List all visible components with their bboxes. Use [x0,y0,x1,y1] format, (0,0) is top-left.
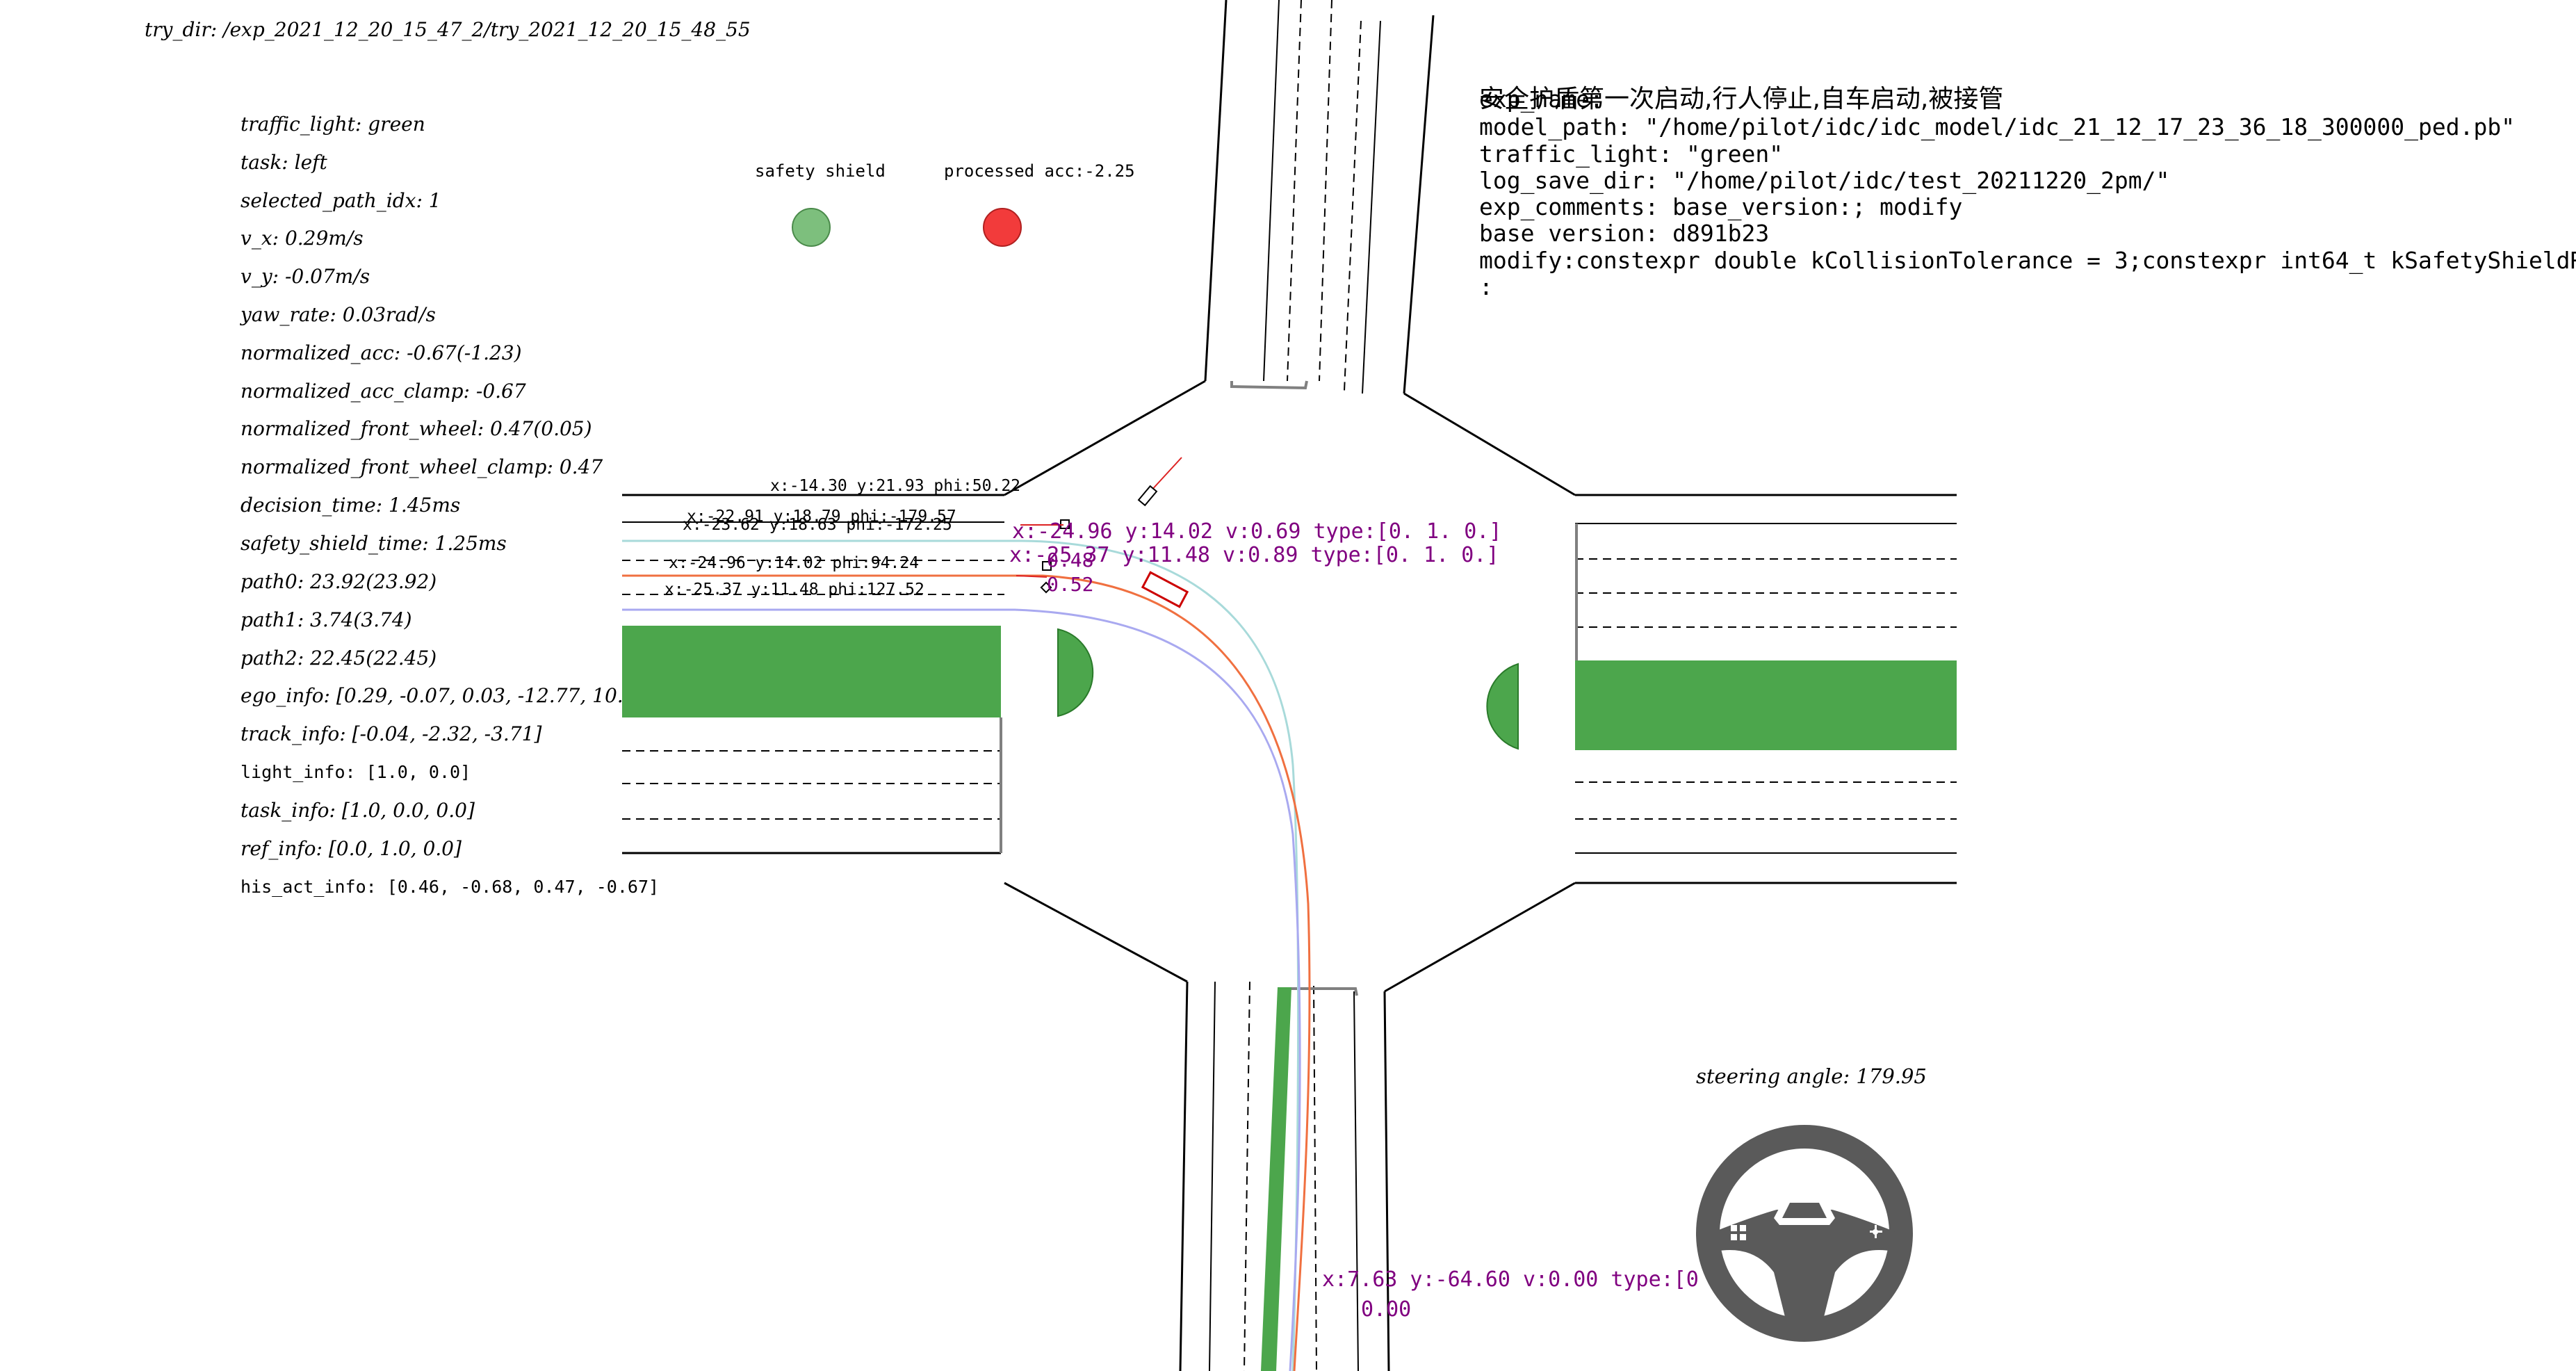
pedestrian-prob: 0.52 [1047,573,1093,596]
info-normalized-front-wheel: normalized_front_wheel: 0.47(0.05) [241,417,592,440]
vehicle-label: x:-25.37 y:11.48 phi:127.52 [665,581,924,599]
south-road-edge-left [1179,981,1189,1371]
north-road-edge-right [1403,15,1435,394]
north-road-edge-left [1204,0,1228,382]
config-traffic-light: traffic_light: "green" [1479,140,1783,168]
safety-shield-indicator [792,208,831,247]
info-path1: path1: 3.74(3.74) [241,608,412,631]
steering-wheel-icon [1696,1125,1913,1342]
info-task-info: task_info: [1.0, 0.0, 0.0] [241,799,475,822]
config-exp-name: exp_name: [1479,86,1604,113]
north-stopline [1230,380,1308,390]
steering-angle-label: steering angle: 179.95 [1696,1064,1927,1088]
info-yaw-rate: yaw_rate: 0.03rad/s [239,303,436,326]
north-lane-line [1263,0,1280,382]
safety-shield-label: safety shield [755,161,886,181]
vehicle-box [1137,485,1158,507]
info-ref-info: ref_info: [0.0, 1.0, 0.0] [241,837,462,860]
info-path2: path2: 22.45(22.45) [241,647,437,670]
vehicle-label: x:-23.62 y:18.63 phi:-172.25 [683,516,952,534]
processed-acc-indicator [983,208,1022,247]
vehicle-label: x:-14.30 y:21.93 phi:50.22 [770,477,1020,495]
east-signal-halfdisc [1486,663,1519,750]
processed-acc-label: processed acc:-2.25 [944,161,1135,181]
north-lane-line [1344,20,1362,391]
info-decision-time: decision_time: 1.45ms [241,494,460,517]
config-panel: 安全护盾第一次启动,行人停止,自车启动,被接管 exp_name: model_… [1479,85,2576,300]
west-green-zone [622,626,1001,717]
config-modify: modify:constexpr double kCollisionTolera… [1479,247,2576,275]
info-track-info: track_info: [-0.04, -2.32, -3.71] [241,722,541,745]
pedestrian-label: x:-24.96 y:14.02 v:0.69 type:[0. 1. 0.] [1012,519,1501,544]
config-log-save-dir: log_save_dir: "/home/pilot/idc/test_2021… [1479,167,2169,195]
info-vy: v_y: -0.07m/s [241,265,370,288]
north-lane-line [1319,0,1332,382]
config-colon: : [1479,273,1493,300]
info-normalized-acc: normalized_acc: -0.67(-1.23) [241,341,522,364]
try-dir-label: try_dir: /exp_2021_12_20_15_47_2/try_202… [145,18,751,41]
ego-state-label: x:7.63 y:-64.60 v:0.00 type:[0 [1322,1267,1699,1292]
config-model-path: model_path: "/home/pilot/idc/idc_model/i… [1479,113,2515,141]
info-task: task: left [241,151,328,174]
south-lane-line [1353,991,1359,1371]
ego-value-label: 0.00 [1361,1297,1411,1322]
pedestrian-prob: 0.48 [1047,549,1093,571]
east-green-zone [1575,660,1957,750]
vehicle-label: x:-24.96 y:14.02 phi:94.24 [669,554,919,572]
info-light-info: light_info: [1.0, 0.0] [241,762,471,782]
info-his-act-info: his_act_info: [0.46, -0.68, 0.47, -0.67] [241,877,659,897]
curb-se [1384,882,1576,993]
west-signal-halfdisc [1057,628,1094,717]
info-vx: v_x: 0.29m/s [241,227,364,250]
info-traffic-light: traffic_light: green [241,113,425,136]
curb-sw [1004,882,1188,983]
config-base-version: base version: d891b23 [1479,220,1769,247]
info-panel: traffic_light: green task: left selected… [239,113,724,897]
curb-nw [1004,380,1206,496]
info-normalized-front-wheel-clamp: normalized_front_wheel_clamp: 0.47 [241,455,603,478]
north-lane-line [1362,20,1381,394]
info-safety-shield-time: safety_shield_time: 1.25ms [241,532,507,555]
path-2-line [622,608,1301,1371]
info-selected-path: selected_path_idx: 1 [241,189,441,212]
south-green-zone [1261,987,1291,1371]
info-path0: path0: 23.92(23.92) [241,570,437,593]
vehicle-heading-line [1149,457,1182,493]
curb-ne [1403,392,1576,496]
south-lane-line [1313,985,1317,1371]
south-lane-line [1209,981,1216,1371]
info-normalized-acc-clamp: normalized_acc_clamp: -0.67 [241,380,526,403]
north-lane-line [1287,0,1302,382]
config-exp-comments: exp_comments: base_version:; modify [1479,193,1962,221]
south-lane-line [1244,981,1250,1371]
